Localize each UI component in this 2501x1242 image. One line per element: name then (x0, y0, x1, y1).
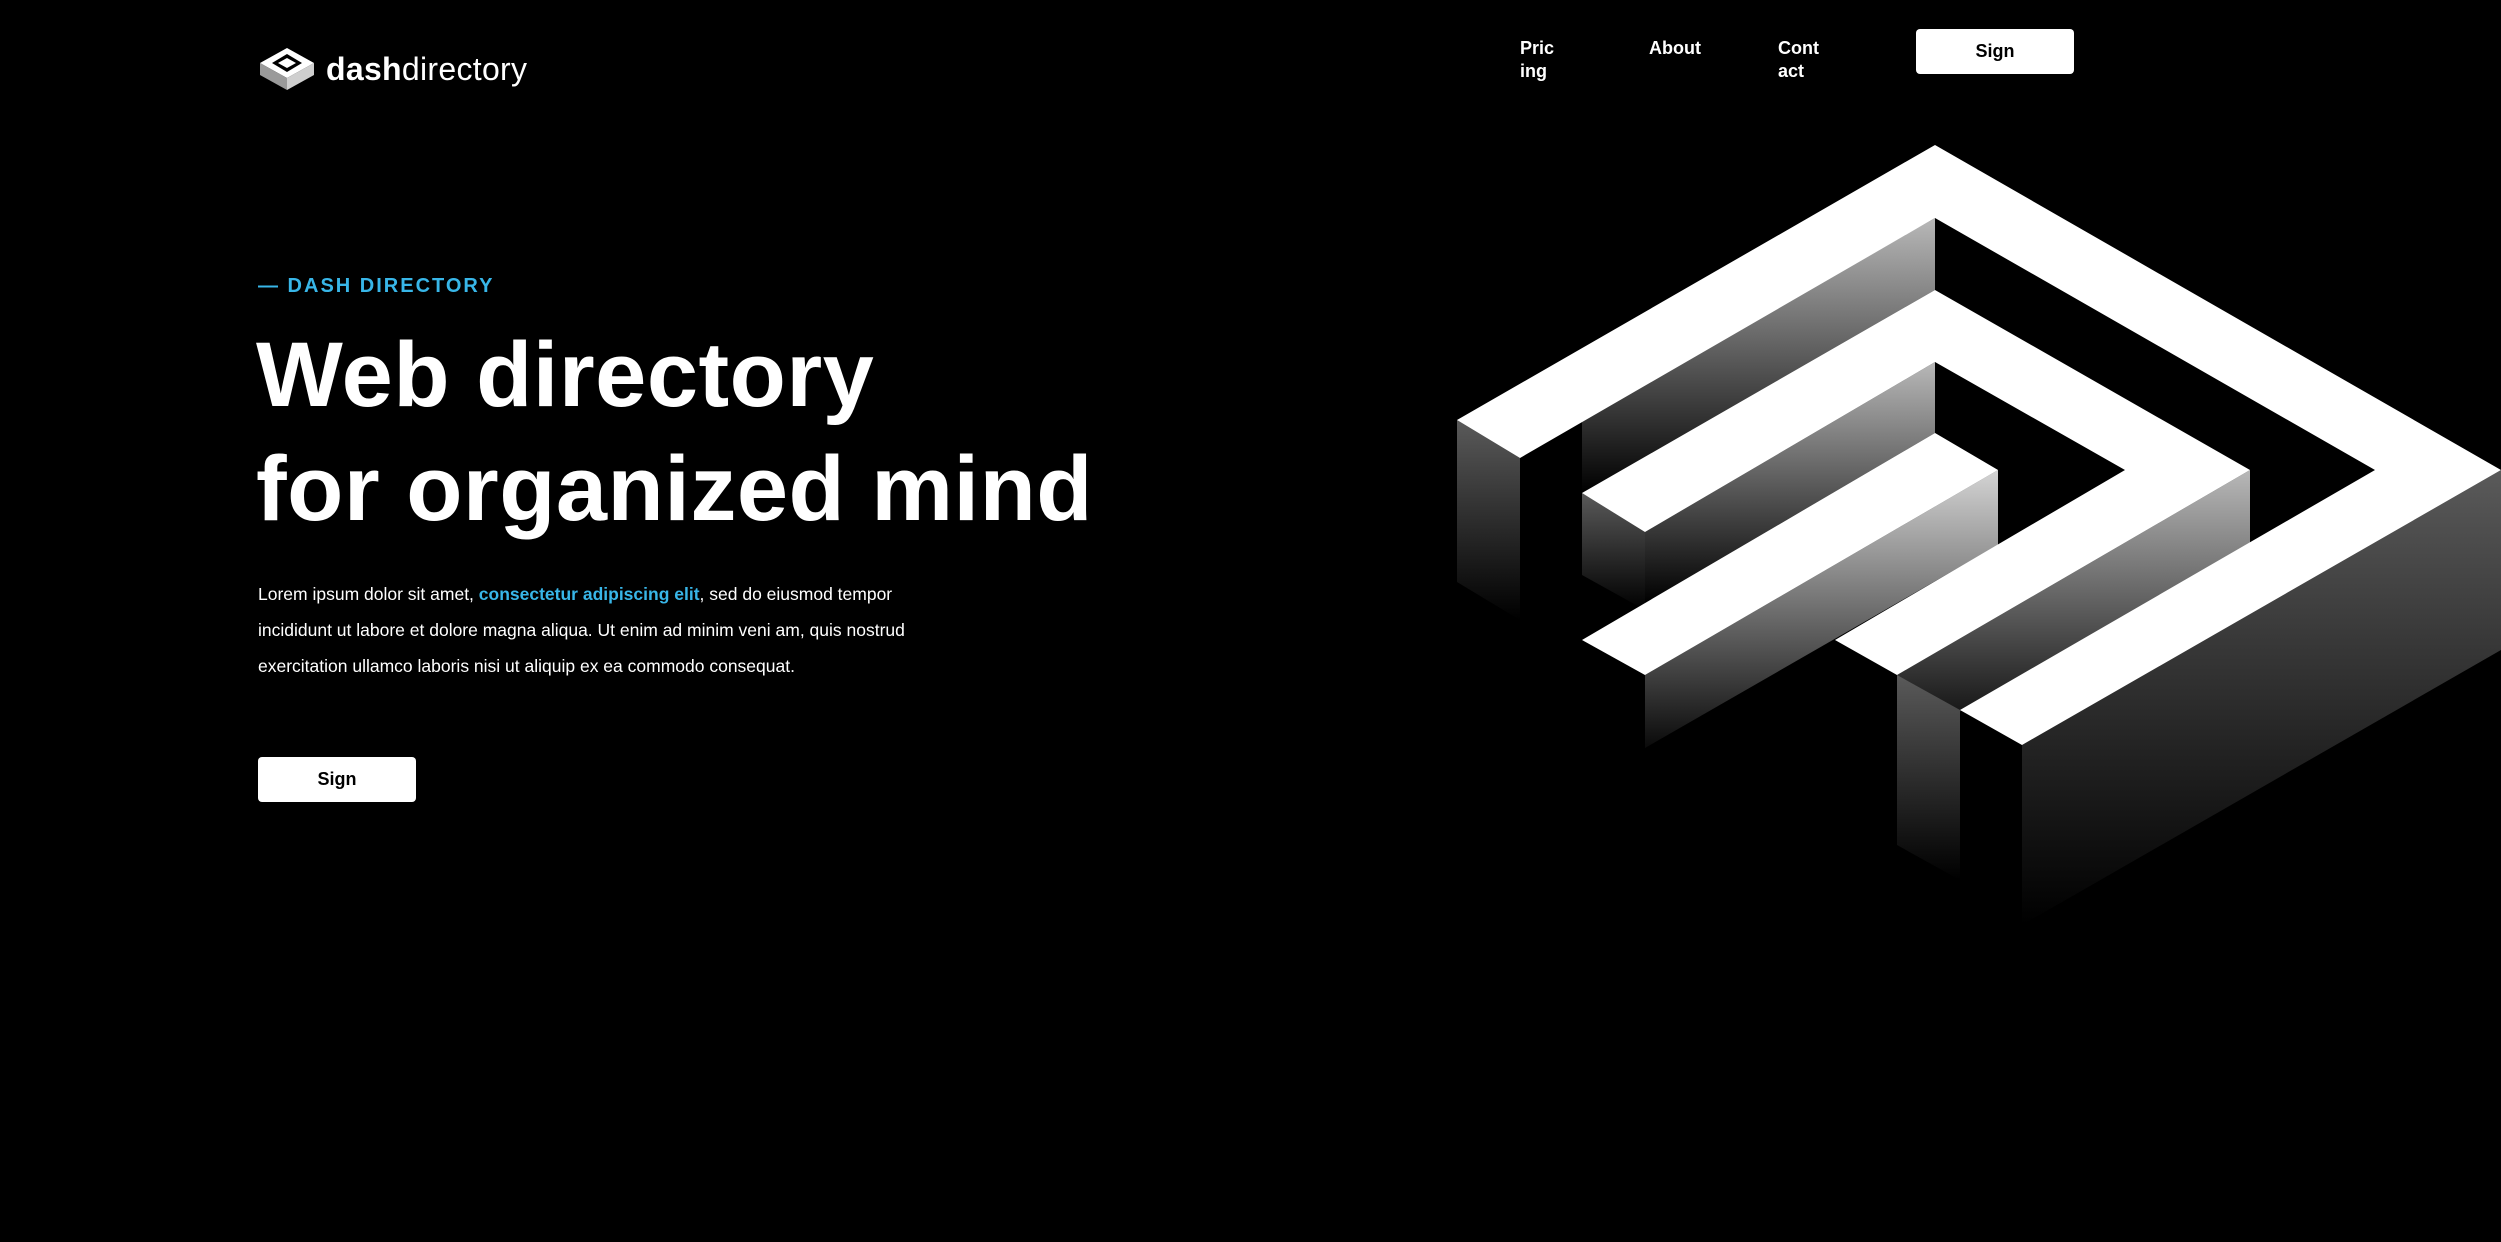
brand-name-bold: dash (326, 51, 402, 87)
header-sign-button[interactable]: Sign (1916, 29, 2074, 74)
logo[interactable]: dashdirectory (258, 46, 527, 92)
isometric-maze-illustration (1457, 145, 2501, 925)
hero-headline: Web directory for organized mind (256, 318, 1156, 546)
brand-name: dashdirectory (326, 49, 527, 89)
hero-paragraph: Lorem ipsum dolor sit amet, consectetur … (258, 576, 948, 684)
hero-paragraph-link[interactable]: consectetur adipiscing elit (479, 584, 700, 604)
hero-paragraph-pre: Lorem ipsum dolor sit amet, (258, 584, 479, 604)
nav-item-about[interactable]: About (1649, 37, 1719, 60)
hero-eyebrow: — DASH DIRECTORY (258, 275, 495, 297)
hero-headline-line1: Web directory (256, 324, 875, 426)
nav-item-pricing[interactable]: Pric ing (1520, 37, 1568, 83)
maze-front-center-face (1897, 675, 1960, 880)
hero-headline-line2: for organized mind (256, 438, 1093, 540)
hero-sign-button[interactable]: Sign (258, 757, 416, 802)
nav-item-contact[interactable]: Cont act (1778, 37, 1826, 83)
brand-name-regular: directory (401, 51, 528, 87)
isometric-stack-logo-icon (260, 48, 314, 90)
